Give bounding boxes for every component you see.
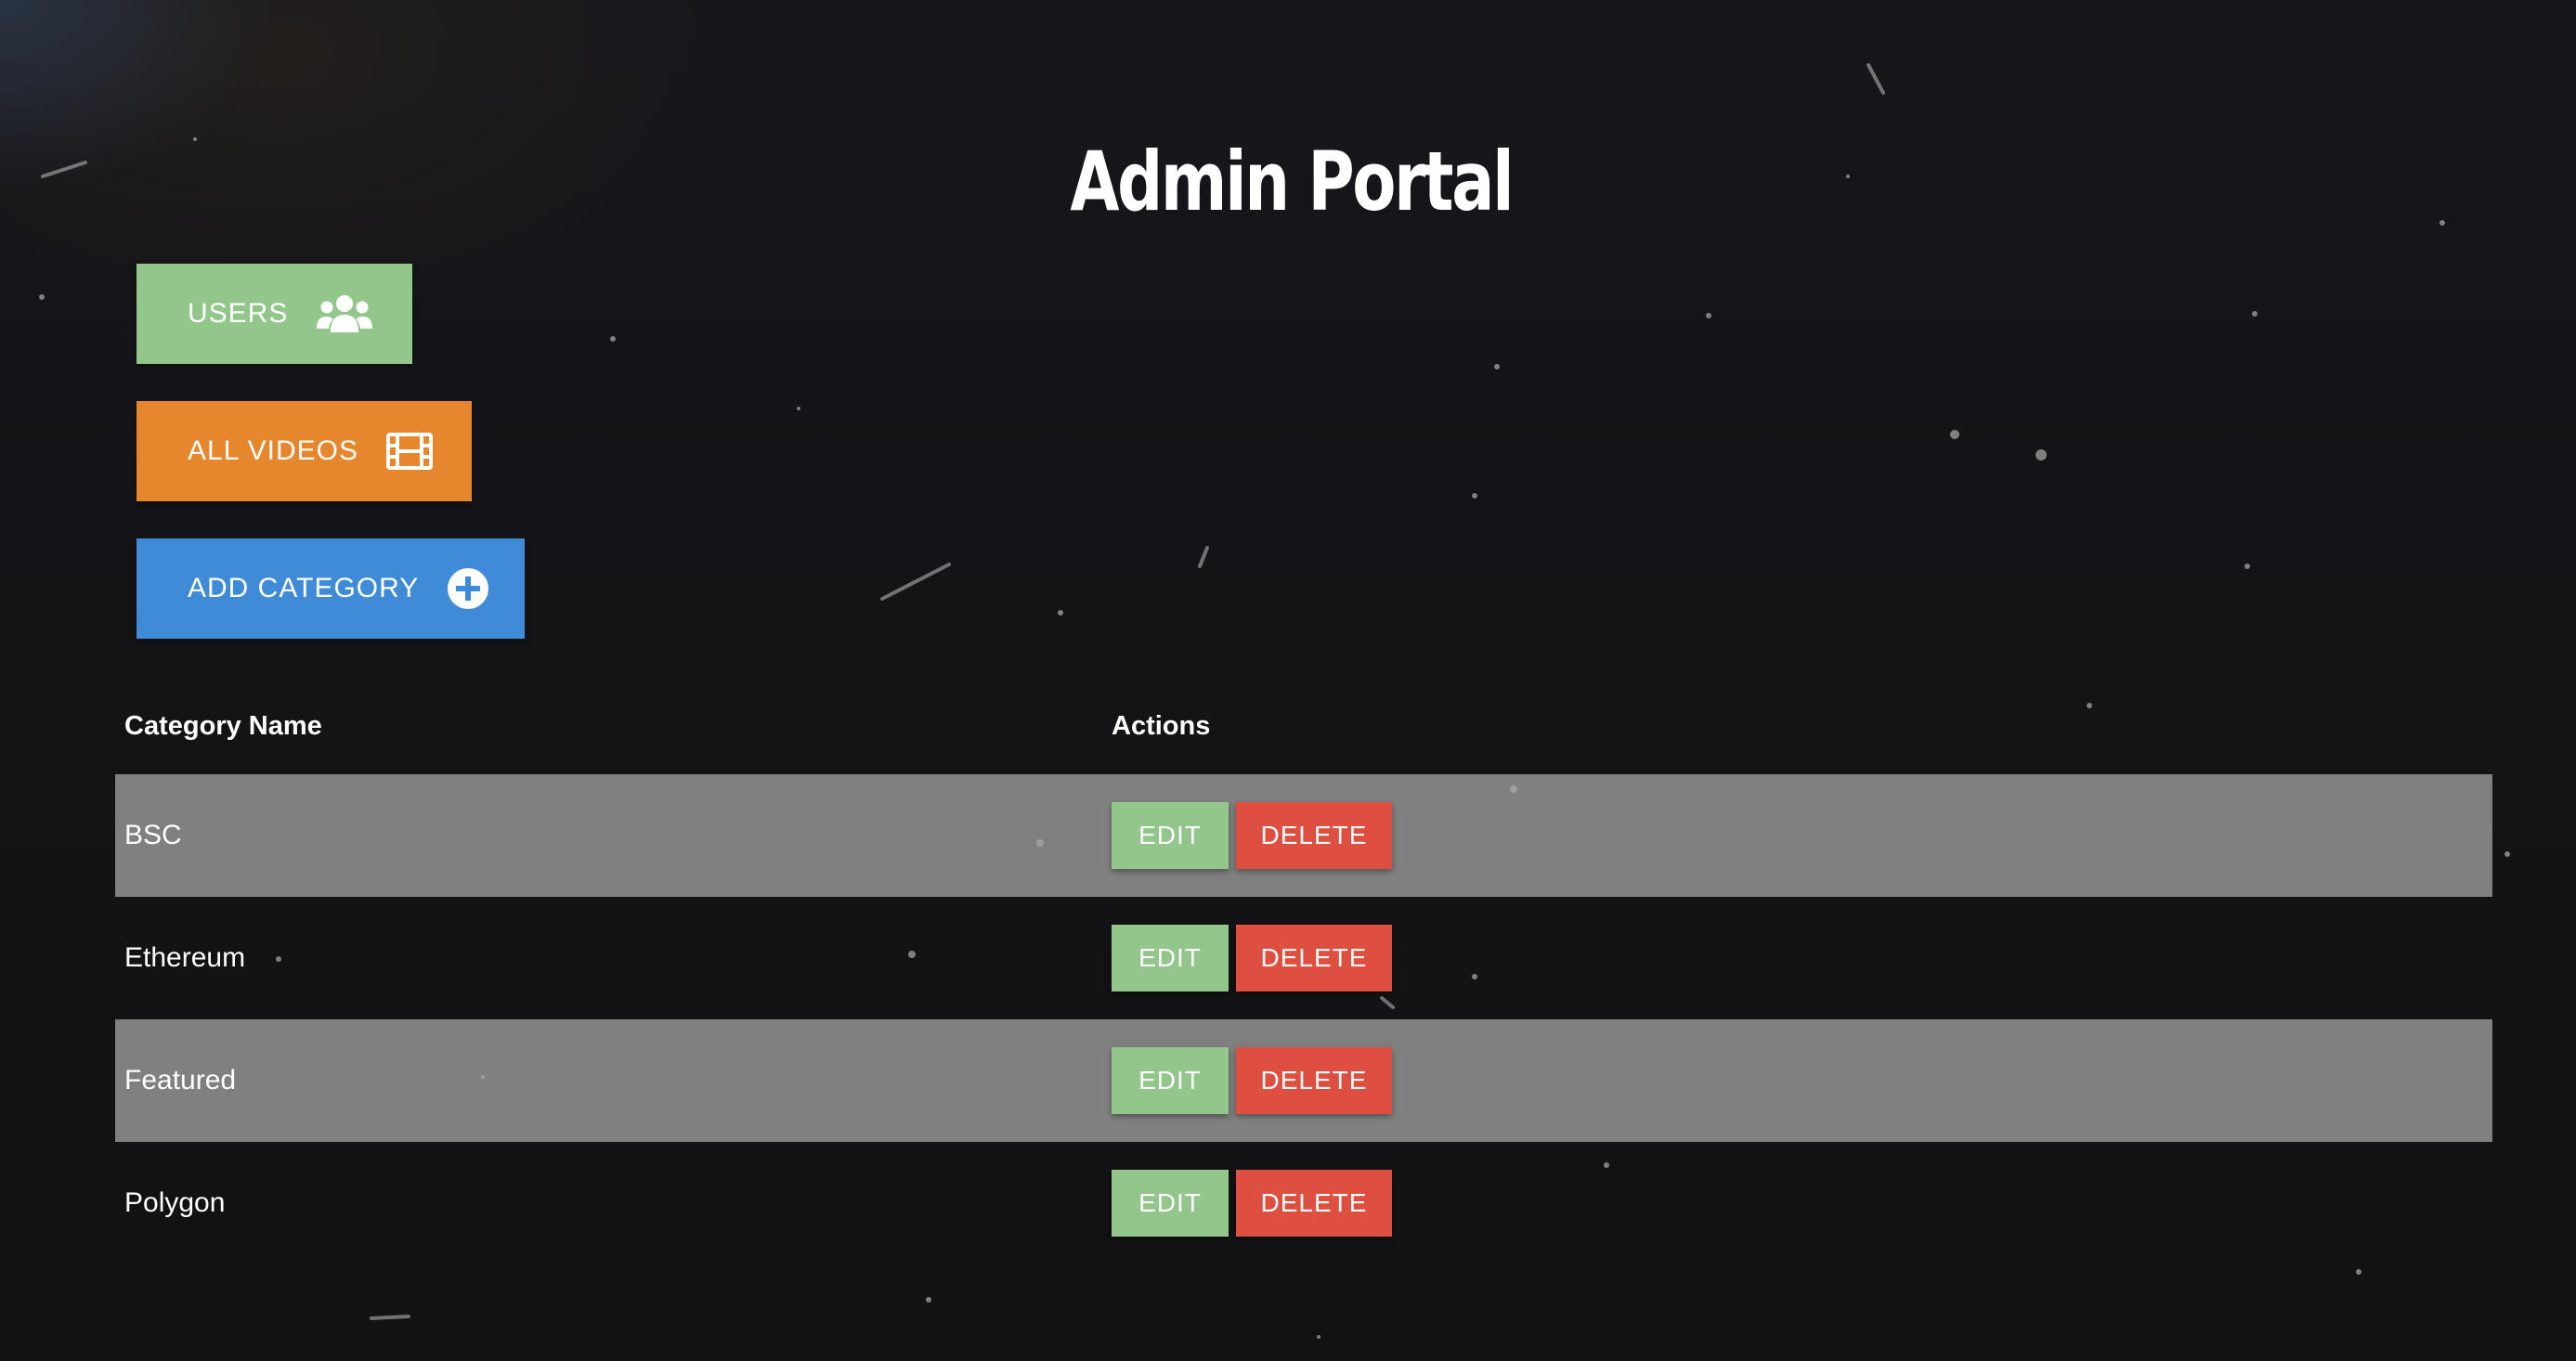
delete-button[interactable]: DELETE [1236, 1047, 1392, 1114]
row-actions: EDIT DELETE [1112, 802, 1392, 869]
plus-circle-icon [447, 567, 489, 610]
delete-button[interactable]: DELETE [1236, 1170, 1392, 1237]
page-title: Admin Portal [1070, 134, 1514, 229]
table-row: BSC EDIT DELETE [115, 774, 2492, 897]
row-actions: EDIT DELETE [1112, 1047, 1392, 1114]
row-actions: EDIT DELETE [1112, 1170, 1392, 1237]
table-row: Ethereum EDIT DELETE [115, 897, 2492, 1019]
users-button-label: USERS [188, 298, 289, 329]
category-name: BSC [124, 820, 182, 850]
column-header-actions: Actions [1112, 711, 1211, 741]
category-name: Polygon [124, 1187, 226, 1218]
edit-button[interactable]: EDIT [1112, 802, 1229, 869]
row-actions: EDIT DELETE [1112, 925, 1392, 992]
table-header: Category Name Actions [115, 693, 2492, 774]
add-category-button-label: ADD CATEGORY [188, 573, 420, 603]
delete-button[interactable]: DELETE [1236, 925, 1392, 992]
delete-button[interactable]: DELETE [1236, 802, 1392, 869]
all-videos-button-label: ALL VIDEOS [188, 435, 358, 466]
all-videos-button[interactable]: ALL VIDEOS [137, 401, 472, 501]
add-category-button[interactable]: ADD CATEGORY [137, 538, 525, 639]
users-icon [316, 293, 373, 334]
column-header-category-name: Category Name [124, 711, 322, 741]
edit-button[interactable]: EDIT [1112, 1047, 1229, 1114]
edit-button[interactable]: EDIT [1112, 925, 1229, 992]
category-name: Featured [124, 1065, 237, 1095]
edit-button[interactable]: EDIT [1112, 1170, 1229, 1237]
table-row: Polygon EDIT DELETE [115, 1142, 2492, 1264]
category-name: Ethereum [124, 942, 246, 973]
film-icon [385, 433, 433, 470]
categories-table: Category Name Actions BSC EDIT DELETE Et… [115, 693, 2492, 1264]
users-button[interactable]: USERS [137, 264, 412, 364]
table-row: Featured EDIT DELETE [115, 1019, 2492, 1142]
